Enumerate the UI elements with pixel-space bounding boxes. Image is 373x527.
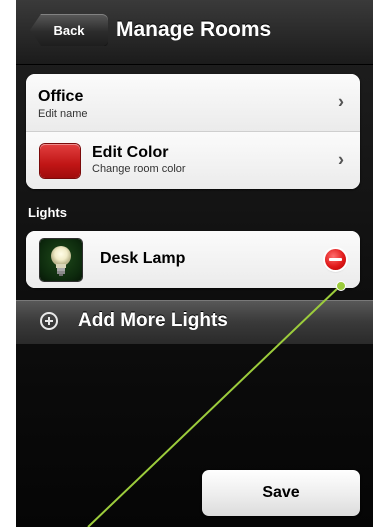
page-title: Manage Rooms — [116, 18, 272, 41]
room-settings-group: Office Edit name › Edit Color Change roo… — [26, 74, 360, 189]
back-button[interactable]: Back — [30, 14, 108, 46]
navigation-bar: Back Manage Rooms — [16, 0, 373, 65]
room-name-hint: Edit name — [38, 108, 88, 120]
room-color-swatch — [40, 144, 80, 178]
light-name: Desk Lamp — [100, 250, 186, 267]
lights-list: Desk Lamp — [26, 231, 360, 288]
add-more-lights-button[interactable]: Add More Lights — [16, 300, 373, 344]
edit-color-title: Edit Color — [92, 144, 169, 161]
lights-section-label: Lights — [28, 205, 67, 220]
edit-color-hint: Change room color — [92, 163, 186, 175]
remove-light-icon[interactable] — [325, 249, 346, 270]
phone-screen: Back Manage Rooms Office Edit name › Edi… — [16, 0, 373, 527]
plus-circle-icon — [40, 312, 58, 330]
light-item[interactable]: Desk Lamp — [26, 231, 360, 288]
chevron-right-icon: › — [338, 90, 344, 111]
room-name: Office — [38, 88, 84, 105]
edit-color-cell[interactable]: Edit Color Change room color › — [26, 131, 360, 189]
save-button[interactable]: Save — [202, 470, 360, 516]
add-more-lights-label: Add More Lights — [78, 310, 228, 331]
room-name-cell[interactable]: Office Edit name › — [26, 74, 360, 131]
bulb-icon — [40, 239, 82, 281]
chevron-right-icon: › — [338, 148, 344, 169]
